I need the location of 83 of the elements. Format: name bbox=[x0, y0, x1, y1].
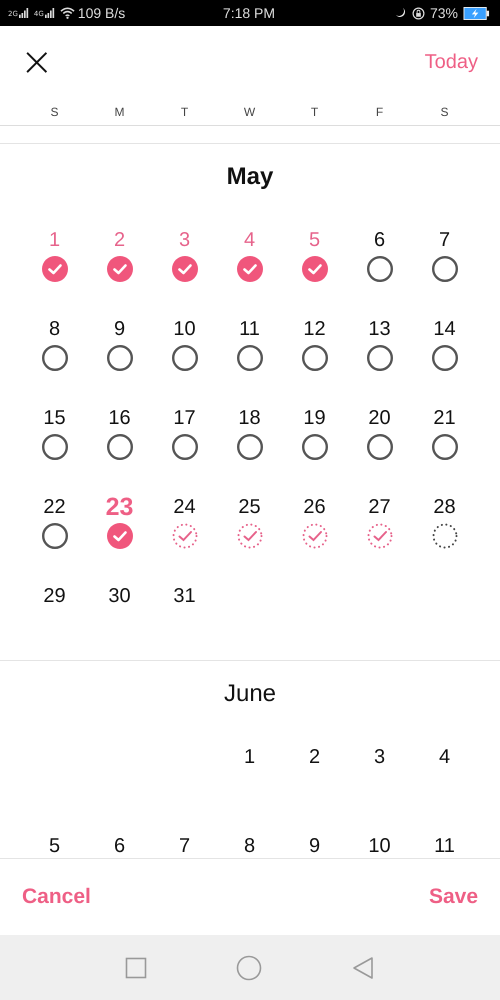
day-number[interactable]: 4 bbox=[438, 744, 450, 770]
day-number[interactable]: 1 bbox=[244, 744, 256, 770]
empty-circle-icon[interactable] bbox=[172, 434, 198, 460]
empty-circle-icon[interactable] bbox=[106, 434, 132, 460]
day-number[interactable]: 10 bbox=[173, 316, 196, 342]
day-number[interactable]: 29 bbox=[43, 583, 66, 609]
day-number[interactable]: 12 bbox=[303, 316, 326, 342]
empty-circle-icon[interactable] bbox=[366, 256, 392, 282]
weekday-label: T bbox=[310, 104, 318, 118]
day-number[interactable]: 6 bbox=[374, 227, 386, 253]
day-number[interactable]: 27 bbox=[368, 494, 391, 520]
day-number[interactable]: 7 bbox=[438, 227, 450, 253]
day-number[interactable]: 16 bbox=[108, 405, 131, 431]
checked-circle-icon[interactable] bbox=[42, 256, 68, 282]
empty-circle-icon[interactable] bbox=[302, 434, 328, 460]
signal-icon bbox=[18, 7, 29, 19]
day-number[interactable]: 15 bbox=[43, 405, 66, 431]
day-number[interactable]: 8 bbox=[244, 833, 256, 858]
moon-icon bbox=[394, 7, 407, 19]
checked-circle-icon[interactable] bbox=[236, 256, 262, 282]
battery-percent: 73% bbox=[430, 5, 458, 21]
day-number[interactable]: 8 bbox=[48, 316, 60, 342]
day-number[interactable]: 21 bbox=[433, 405, 456, 431]
empty-circle-icon[interactable] bbox=[172, 345, 198, 371]
empty-circle-icon[interactable] bbox=[432, 434, 458, 460]
day-number[interactable]: 19 bbox=[303, 405, 326, 431]
weekday-label: T bbox=[180, 104, 188, 118]
battery-charging-icon bbox=[462, 6, 490, 20]
day-number[interactable]: 5 bbox=[48, 833, 60, 858]
day-number[interactable]: 9 bbox=[308, 833, 320, 858]
dotted-check-icon[interactable] bbox=[366, 523, 392, 549]
empty-circle-icon[interactable] bbox=[42, 523, 68, 549]
weekday-label: W bbox=[244, 104, 256, 118]
rotation-lock-icon bbox=[412, 6, 425, 20]
empty-circle-icon[interactable] bbox=[106, 345, 132, 371]
clock: 7:18 PM bbox=[222, 5, 276, 21]
close-button[interactable]: × bbox=[20, 42, 54, 82]
weekday-label: M bbox=[114, 104, 124, 118]
day-number[interactable]: 31 bbox=[173, 583, 196, 609]
day-number[interactable]: 11 bbox=[434, 833, 455, 858]
checked-circle-icon[interactable] bbox=[106, 256, 132, 282]
weekday-label: F bbox=[376, 104, 384, 118]
weekday-label: S bbox=[50, 104, 58, 118]
day-number[interactable]: 30 bbox=[108, 583, 131, 609]
day-number[interactable]: 3 bbox=[374, 744, 386, 770]
day-number[interactable]: 20 bbox=[368, 405, 391, 431]
month-title: May bbox=[226, 162, 274, 191]
empty-circle-icon[interactable] bbox=[366, 434, 392, 460]
empty-circle-icon[interactable] bbox=[42, 434, 68, 460]
day-number[interactable]: 6 bbox=[114, 833, 126, 858]
day-number[interactable]: 28 bbox=[433, 494, 456, 520]
checked-circle-icon[interactable] bbox=[302, 256, 328, 282]
dotted-circle-icon[interactable] bbox=[432, 523, 458, 549]
day-number[interactable]: 18 bbox=[238, 405, 261, 431]
day-number[interactable]: 2 bbox=[308, 744, 320, 770]
empty-circle-icon[interactable] bbox=[236, 434, 262, 460]
weekday-label: S bbox=[440, 104, 448, 118]
checked-circle-icon[interactable] bbox=[172, 256, 198, 282]
day-number[interactable]: 13 bbox=[368, 316, 391, 342]
month-title: June bbox=[222, 679, 278, 708]
checked-circle-icon[interactable] bbox=[106, 523, 132, 549]
network-speed: 109 B/s bbox=[78, 5, 126, 21]
day-number[interactable]: 26 bbox=[303, 494, 326, 520]
empty-circle-icon[interactable] bbox=[432, 256, 458, 282]
day-number[interactable]: 24 bbox=[173, 494, 196, 520]
day-number[interactable]: 25 bbox=[238, 494, 261, 520]
day-number[interactable]: 14 bbox=[433, 316, 456, 342]
empty-circle-icon[interactable] bbox=[42, 345, 68, 371]
day-number[interactable]: 17 bbox=[173, 405, 196, 431]
empty-circle-icon[interactable] bbox=[432, 345, 458, 371]
dotted-check-icon[interactable] bbox=[302, 523, 328, 549]
day-number[interactable]: 22 bbox=[43, 494, 66, 520]
signal-icon bbox=[44, 7, 55, 19]
wifi-icon bbox=[60, 7, 75, 19]
day-number[interactable]: 11 bbox=[239, 316, 260, 342]
empty-circle-icon[interactable] bbox=[236, 345, 262, 371]
day-number[interactable]: 10 bbox=[368, 833, 391, 858]
day-number[interactable]: 7 bbox=[178, 833, 190, 858]
empty-circle-icon[interactable] bbox=[302, 345, 328, 371]
dotted-check-icon[interactable] bbox=[172, 523, 198, 549]
empty-circle-icon[interactable] bbox=[366, 345, 392, 371]
dotted-check-icon[interactable] bbox=[236, 523, 262, 549]
day-number[interactable]: 9 bbox=[114, 316, 126, 342]
